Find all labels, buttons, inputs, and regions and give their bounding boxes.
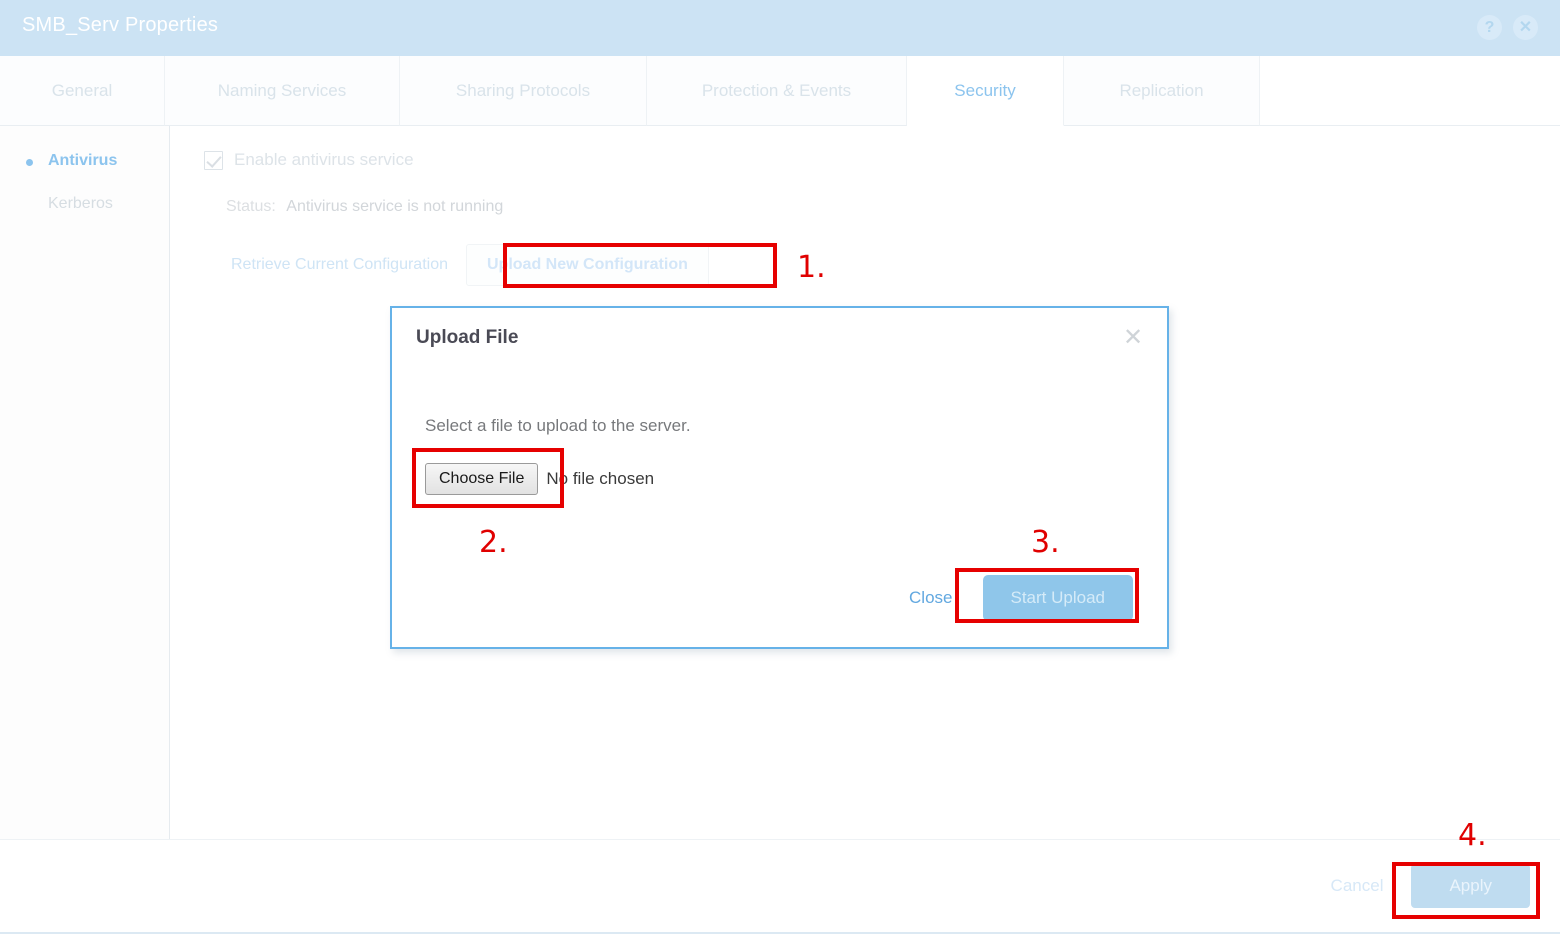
window-title: SMB_Serv Properties: [22, 14, 219, 36]
cancel-button[interactable]: Cancel: [1331, 876, 1384, 896]
close-icon[interactable]: ✕: [1119, 324, 1147, 352]
window-titlebar: SMB_Serv Properties ? ✕: [0, 0, 1560, 56]
status-label: Status:: [226, 198, 276, 215]
retrieve-current-configuration-link[interactable]: Retrieve Current Configuration: [231, 256, 448, 274]
dialog-title: Upload File: [416, 327, 519, 348]
sidebar-item-kerberos[interactable]: Kerberos: [0, 187, 169, 221]
enable-antivirus-row[interactable]: Enable antivirus service: [204, 150, 414, 170]
bullet-icon: [26, 159, 33, 166]
file-status-text: No file chosen: [546, 469, 655, 488]
security-sidebar: Antivirus Kerberos: [0, 126, 170, 839]
close-circle-icon[interactable]: ✕: [1513, 15, 1538, 40]
tab-sharing-protocols[interactable]: Sharing Protocols: [400, 56, 647, 126]
sidebar-item-label: Antivirus: [48, 152, 118, 169]
upload-new-configuration-button[interactable]: Upload New Configuration: [466, 244, 709, 286]
dialog-footer: Close Start Upload: [909, 575, 1133, 621]
dialog-prompt: Select a file to upload to the server.: [425, 416, 691, 435]
help-circle-icon[interactable]: ?: [1477, 15, 1502, 40]
tab-strip-filler: [1260, 56, 1560, 126]
status-row: Status: Antivirus service is not running: [226, 198, 503, 216]
enable-antivirus-label: Enable antivirus service: [234, 150, 414, 169]
sidebar-item-antivirus[interactable]: Antivirus: [0, 144, 169, 178]
window-footer: Cancel Apply: [0, 839, 1560, 933]
tab-general[interactable]: General: [0, 56, 165, 126]
tab-replication[interactable]: Replication: [1064, 56, 1260, 126]
status-value: Antivirus service is not running: [286, 198, 504, 215]
start-upload-button[interactable]: Start Upload: [982, 575, 1133, 621]
footer-actions: Cancel Apply: [1331, 864, 1530, 908]
sidebar-item-label: Kerberos: [48, 195, 113, 212]
checkbox-checked-icon[interactable]: [204, 150, 223, 170]
upload-file-dialog: Upload File ✕ Select a file to upload to…: [390, 306, 1169, 649]
file-input-row[interactable]: Choose File No file chosen: [425, 463, 654, 495]
window-bottom-strip: [0, 932, 1560, 941]
properties-window: SMB_Serv Properties ? ✕ General Naming S…: [0, 0, 1560, 941]
tab-strip: General Naming Services Sharing Protocol…: [0, 56, 1560, 126]
tab-protection-events[interactable]: Protection & Events: [647, 56, 907, 126]
config-action-row: Retrieve Current Configuration Upload Ne…: [231, 244, 709, 286]
tab-naming-services[interactable]: Naming Services: [165, 56, 400, 126]
dialog-close-button[interactable]: Close: [909, 588, 952, 608]
tab-security[interactable]: Security: [907, 56, 1064, 126]
apply-button[interactable]: Apply: [1411, 864, 1530, 908]
titlebar-actions: ? ✕: [1477, 15, 1538, 40]
choose-file-button[interactable]: Choose File: [425, 463, 539, 495]
